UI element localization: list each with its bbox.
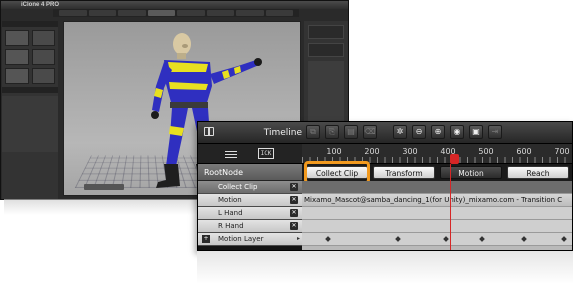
close-icon[interactable]: ✕ bbox=[290, 196, 298, 204]
root-node-row[interactable]: RootNode bbox=[198, 164, 302, 181]
content-thumbnail[interactable] bbox=[5, 68, 29, 84]
app-tab[interactable] bbox=[265, 10, 293, 16]
content-manager-panel bbox=[2, 21, 58, 199]
root-node-label: RootNode bbox=[204, 168, 244, 177]
toolbar-separator bbox=[382, 125, 388, 141]
track-label: Motion bbox=[218, 196, 242, 204]
playhead-line bbox=[450, 164, 451, 250]
fit-view-icon[interactable]: ◉ bbox=[450, 125, 464, 139]
keyframe-marker[interactable] bbox=[325, 236, 331, 242]
content-thumbnails bbox=[2, 27, 58, 87]
app-tab[interactable] bbox=[147, 10, 175, 16]
modify-slot[interactable] bbox=[308, 25, 344, 39]
timeline-reflection bbox=[197, 251, 573, 284]
app-tab-bar bbox=[53, 9, 299, 17]
content-thumbnail[interactable] bbox=[5, 30, 29, 46]
ruler-label: 100 bbox=[326, 147, 342, 156]
content-thumbnail[interactable] bbox=[31, 30, 55, 46]
content-thumbnail[interactable] bbox=[31, 49, 55, 65]
ruler-label: 200 bbox=[364, 147, 380, 156]
collect-clip-track[interactable] bbox=[302, 181, 572, 194]
close-icon[interactable]: ✕ bbox=[290, 183, 298, 191]
ruler-label: 500 bbox=[478, 147, 494, 156]
track-row-l-hand[interactable]: L Hand ✕ bbox=[198, 207, 302, 220]
app-tab[interactable] bbox=[88, 10, 116, 16]
r-hand-track[interactable] bbox=[302, 220, 572, 233]
viewport-button[interactable] bbox=[84, 184, 124, 190]
list-icon[interactable] bbox=[225, 149, 237, 158]
transform-button[interactable]: Transform bbox=[373, 166, 435, 179]
content-thumbnail[interactable] bbox=[5, 49, 29, 65]
keyframe-marker[interactable] bbox=[521, 236, 527, 242]
motion-layer-track[interactable] bbox=[302, 233, 572, 246]
track-row-motion[interactable]: Motion ✕ bbox=[198, 194, 302, 207]
keyframe-marker[interactable] bbox=[395, 236, 401, 242]
content-thumbnail[interactable] bbox=[31, 68, 55, 84]
next-key-icon[interactable]: ⇥ bbox=[488, 125, 502, 139]
cut-icon[interactable]: ⧉ bbox=[306, 125, 320, 139]
zoom-in-icon[interactable]: ⊕ bbox=[431, 125, 445, 139]
delete-icon[interactable]: ⌫ bbox=[363, 125, 377, 139]
paste-icon[interactable]: ▤ bbox=[344, 125, 358, 139]
app-titlebar: iClone 4 PRO bbox=[1, 1, 348, 9]
timeline-panel: Timeline ⧉ ⎘ ▤ ⌫ ✲ ⊖ ⊕ ◉ ▣ ⇥ ICK 100 200… bbox=[197, 121, 573, 251]
ruler-label: 700 bbox=[554, 147, 570, 156]
track-area: Mixamo_Mascot@samba_dancing_1(for Unity)… bbox=[302, 181, 572, 250]
zoom-out-icon[interactable]: ⊖ bbox=[412, 125, 426, 139]
app-tab[interactable] bbox=[206, 10, 234, 16]
ruler-label: 600 bbox=[516, 147, 532, 156]
keyframe-icon[interactable]: ICK bbox=[258, 148, 274, 159]
keyframe-marker[interactable] bbox=[443, 236, 449, 242]
close-icon[interactable]: ✕ bbox=[290, 222, 298, 230]
track-label: Collect Clip bbox=[218, 183, 258, 191]
motion-track[interactable]: Mixamo_Mascot@samba_dancing_1(for Unity)… bbox=[302, 194, 572, 207]
scene-manager-list[interactable] bbox=[2, 96, 58, 152]
keyframe-marker[interactable] bbox=[561, 236, 567, 242]
l-hand-track[interactable] bbox=[302, 207, 572, 220]
track-name-list: Collect Clip ✕ Motion ✕ L Hand ✕ R Hand … bbox=[198, 181, 302, 250]
motion-clip[interactable]: Mixamo_Mascot@samba_dancing_1(for Unity)… bbox=[304, 194, 562, 206]
track-list-toolbar: ICK bbox=[198, 144, 302, 164]
track-label: L Hand bbox=[218, 209, 243, 217]
modify-slot[interactable] bbox=[308, 43, 344, 57]
app-logo: iClone 4 PRO bbox=[21, 2, 60, 8]
playhead-handle[interactable] bbox=[450, 154, 459, 164]
track-label: R Hand bbox=[218, 222, 244, 230]
panel-dock-icon[interactable] bbox=[204, 127, 214, 136]
chevron-right-icon[interactable]: ▸ bbox=[297, 233, 300, 245]
track-row-motion-layer[interactable]: + Motion Layer ▸ bbox=[198, 233, 302, 246]
app-tab[interactable] bbox=[236, 10, 264, 16]
keyframe-marker[interactable] bbox=[479, 236, 485, 242]
track-label: Motion Layer bbox=[218, 235, 264, 243]
scene-manager-header bbox=[2, 87, 58, 93]
app-tab[interactable] bbox=[118, 10, 146, 16]
timeline-header: Timeline ⧉ ⎘ ▤ ⌫ ✲ ⊖ ⊕ ◉ ▣ ⇥ bbox=[198, 122, 572, 144]
settings-icon[interactable]: ✲ bbox=[393, 125, 407, 139]
track-row-r-hand[interactable]: R Hand ✕ bbox=[198, 220, 302, 233]
ruler-label: 300 bbox=[402, 147, 418, 156]
frame-icon[interactable]: ▣ bbox=[469, 125, 483, 139]
app-tab[interactable] bbox=[59, 10, 87, 16]
timeline-toolbar: ⧉ ⎘ ▤ ⌫ ✲ ⊖ ⊕ ◉ ▣ ⇥ bbox=[306, 125, 502, 141]
expand-icon[interactable]: + bbox=[202, 235, 210, 243]
copy-icon[interactable]: ⎘ bbox=[325, 125, 339, 139]
app-tab[interactable] bbox=[177, 10, 205, 16]
timeline-title: Timeline bbox=[263, 128, 302, 138]
close-icon[interactable]: ✕ bbox=[290, 209, 298, 217]
track-row-collect-clip[interactable]: Collect Clip ✕ bbox=[198, 181, 302, 194]
reach-button[interactable]: Reach bbox=[507, 166, 569, 179]
